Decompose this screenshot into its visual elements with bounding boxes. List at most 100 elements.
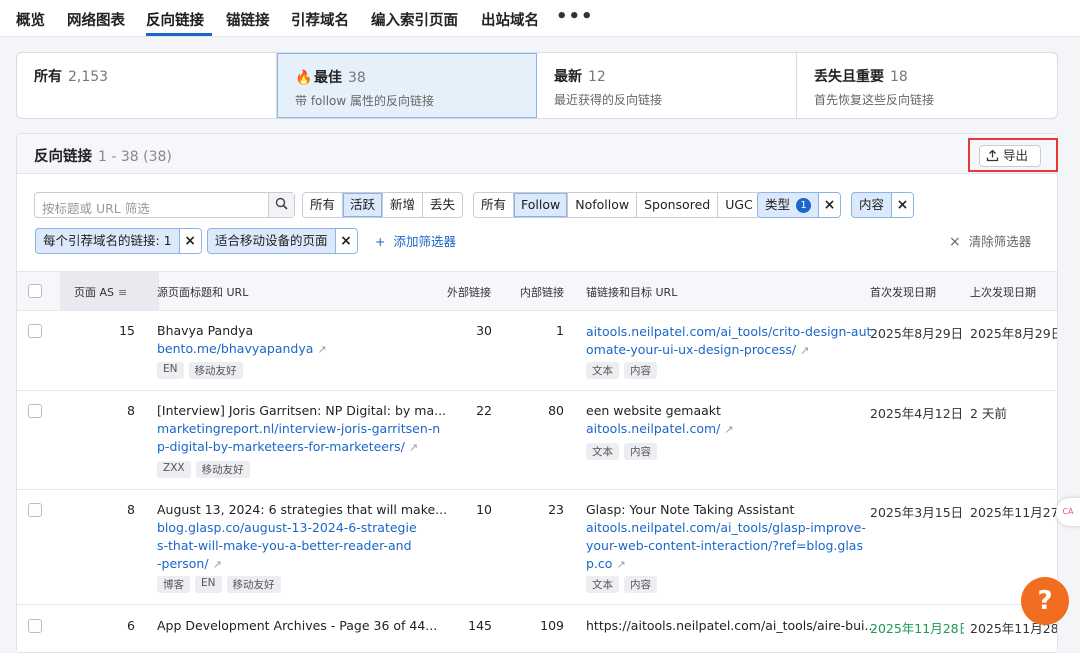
internal-links: 23 [548,502,564,517]
table-header: 页面 AS ≡ 源页面标题和 URL 外部链接 内部链接 锚链接和目标 URL 首… [17,271,1057,311]
card-lost-important[interactable]: 丢失且重要 18 首先恢复这些反向链接 [797,53,1057,118]
active-tab-indicator [146,33,212,36]
close-icon[interactable]: × [178,229,201,253]
card-title: 最佳 [314,70,342,86]
plus-icon: + [375,234,386,249]
card-count: 12 [588,69,606,85]
col-internal-links[interactable]: 内部链接 [520,284,564,300]
content-chip[interactable]: 内容 × [851,192,915,218]
external-links: 145 [468,618,492,633]
export-label: 导出 [1003,148,1029,163]
external-link-icon: ↗ [408,441,419,454]
mobile-chip[interactable]: 适合移动设备的页面 × [207,228,358,254]
source-url[interactable]: blog.glasp.co/august-13-2024-6-strategie… [157,519,417,573]
card-newest[interactable]: 最新 12 最近获得的反向链接 [537,53,797,118]
external-link-icon: ↗ [616,558,626,571]
external-links: 30 [476,323,492,338]
target-url[interactable]: aitools.neilpatel.com/ai_tools/glasp-imp… [586,519,866,573]
panel-header: 反向链接 1 - 38 (38) 导出 [17,134,1058,174]
content-chip-label: 内容 [859,197,885,212]
tab-referring-domains[interactable]: 引荐域名 [291,9,349,30]
panel-title: 反向链接 [34,149,92,165]
source-url[interactable]: bento.me/bhavyapandya ↗ [157,340,327,358]
first-seen: 2025年3月15日 [870,505,964,520]
side-extension-badge[interactable]: CA [1056,498,1080,526]
col-first-seen[interactable]: 首次发现日期 [870,284,936,300]
col-external-links[interactable]: 外部链接 [447,284,491,300]
add-filter-label: 添加筛选器 [393,234,456,249]
clear-filters-button[interactable]: × 清除筛选器 [949,231,1031,250]
summary-cards: 所有 2,153 🔥 最佳 38 带 follow 属性的反向链接 最新 12 最近获得… [16,52,1058,119]
tab-network-graph[interactable]: 网络图表 [67,9,125,30]
external-links: 22 [476,403,492,418]
status-lost[interactable]: 丢失 [423,193,462,217]
target-url[interactable]: aitools.neilpatel.com/↗ [586,420,734,438]
external-link-icon: ↗ [212,558,222,571]
more-tabs-icon[interactable]: ••• [556,6,594,27]
card-count: 18 [890,69,908,85]
card-count: 2,153 [68,69,109,85]
source-title: Bhavya Pandya [157,323,254,338]
tab-anchors[interactable]: 锚链接 [226,9,270,30]
card-count: 38 [348,70,366,86]
tab-overview[interactable]: 概览 [16,9,45,30]
type-all[interactable]: 所有 [474,193,515,217]
source-url[interactable]: marketingreport.nl/interview-joris-garri… [157,420,440,456]
search-icon[interactable] [268,193,294,217]
type-sponsored[interactable]: Sponsored [637,193,719,217]
last-seen: 2025年11月27日 [970,505,1057,520]
source-title: August 13, 2024: 6 strategies that will … [157,502,448,517]
last-seen: 2025年8月29日 [970,326,1057,341]
per-domain-chip-label: 每个引荐域名的链接: 1 [43,233,172,248]
top-nav: 概览 网络图表 反向链接 锚链接 引荐域名 编入索引页面 出站域名 ••• [0,0,1080,37]
anchor-text: https://aitools.neilpatel.com/ai_tools/a… [586,618,877,633]
page-as: 15 [119,323,135,338]
result-range: 1 - 38 (38) [98,149,172,165]
row-checkbox[interactable] [28,619,42,633]
status-new[interactable]: 新增 [383,193,424,217]
tab-backlinks[interactable]: 反向链接 [146,9,204,30]
type-chip[interactable]: 类型 1 × [757,192,842,218]
anchor-text: een website gemaakt [586,403,721,418]
row-checkbox[interactable] [28,503,42,517]
col-source[interactable]: 源页面标题和 URL [157,284,248,300]
help-button[interactable]: ? [1021,577,1069,625]
source-title: App Development Archives - Page 36 of 44… [157,618,438,633]
card-all[interactable]: 所有 2,153 [17,53,277,118]
internal-links: 1 [556,323,564,338]
row-checkbox[interactable] [28,404,42,418]
page-as: 8 [127,502,135,517]
search-input[interactable]: 按标题或 URL 筛选 [34,192,295,218]
card-subtitle: 首先恢复这些反向链接 [814,93,935,107]
col-page-as[interactable]: 页面 AS ≡ [74,284,127,300]
close-icon[interactable]: × [818,193,841,217]
close-icon[interactable]: × [891,193,914,217]
card-subtitle: 带 follow 属性的反向链接 [295,94,435,108]
card-title: 丢失且重要 [814,69,884,85]
table-row: 8 [Interview] Joris Garritsen: NP Digita… [17,392,1057,490]
add-filter-button[interactable]: + 添加筛选器 [375,231,456,250]
col-last-seen[interactable]: 上次发现日期 [970,284,1036,300]
type-chip-label: 类型 [765,197,791,212]
row-checkbox[interactable] [28,324,42,338]
card-best[interactable]: 🔥 最佳 38 带 follow 属性的反向链接 [277,53,537,118]
target-url[interactable]: aitools.neilpatel.com/ai_tools/crito-des… [586,323,871,359]
export-button[interactable]: 导出 [979,145,1041,167]
col-anchor[interactable]: 锚链接和目标 URL [586,284,677,300]
status-active[interactable]: 活跃 [343,193,384,217]
fire-icon: 🔥 [295,70,313,86]
first-seen: 2025年4月12日 [870,406,964,421]
tab-indexed-pages[interactable]: 编入索引页面 [371,9,458,30]
status-all[interactable]: 所有 [303,193,344,217]
table-row: 6 App Development Archives - Page 36 of … [17,606,1057,652]
anchor-tags: 文本 内容 [586,443,657,460]
per-domain-chip[interactable]: 每个引荐域名的链接: 1 × [35,228,202,254]
type-nofollow[interactable]: Nofollow [568,193,638,217]
sort-icon: ≡ [118,286,128,299]
tab-outbound-domains[interactable]: 出站域名 [481,9,539,30]
close-icon[interactable]: × [334,229,357,253]
type-ugc[interactable]: UGC [718,193,760,217]
type-follow[interactable]: Follow [514,193,569,217]
select-all-checkbox[interactable] [28,284,42,298]
table-row: 15 Bhavya Pandya bento.me/bhavyapandya ↗ … [17,311,1057,391]
